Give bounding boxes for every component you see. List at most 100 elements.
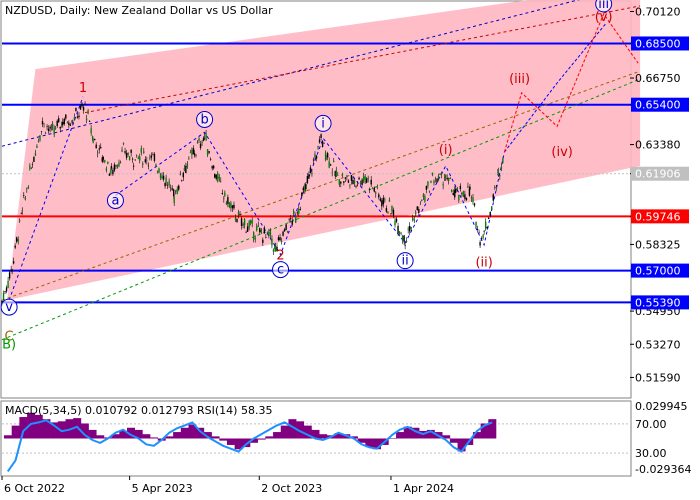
macd-bar	[449, 438, 458, 443]
candle-body	[164, 182, 166, 187]
y-tick-label: 0.53270	[635, 338, 681, 351]
candle-body	[308, 174, 310, 179]
candle-body	[196, 142, 199, 144]
candle-body	[447, 178, 450, 181]
candle-body	[62, 121, 64, 126]
candle-body	[124, 151, 126, 153]
candle-body	[293, 210, 295, 214]
candle-body	[346, 176, 348, 177]
candle-body	[73, 117, 76, 120]
candle-body	[233, 204, 235, 209]
candle-body	[381, 200, 383, 207]
candle-body	[195, 154, 197, 156]
candle-body	[419, 204, 422, 205]
candle-body	[283, 229, 286, 232]
candle-body	[108, 173, 111, 176]
candle-body	[459, 185, 462, 190]
rsi-level-label: 70.00	[635, 418, 667, 431]
macd-bar	[96, 435, 105, 439]
candle-body	[76, 116, 79, 118]
candle-body	[53, 127, 55, 135]
candle-body	[392, 209, 395, 216]
candle-body	[367, 177, 369, 180]
candle-body	[158, 168, 160, 173]
candle-body	[214, 173, 216, 178]
candle-body	[413, 219, 415, 221]
y-tick-label: 0.66750	[635, 72, 681, 85]
candle-body	[341, 173, 344, 177]
candle-body	[378, 194, 380, 198]
candle-body	[320, 134, 322, 138]
y-tick-label: 0.58325	[635, 238, 681, 251]
candle-body	[198, 138, 200, 141]
level-tag: 0.68500	[635, 37, 681, 50]
candle-body	[418, 209, 420, 214]
macd-bar	[4, 435, 12, 439]
candle-body	[306, 176, 309, 183]
candle-body	[33, 156, 35, 162]
candle-body	[82, 106, 85, 111]
wave-label-iii: iii	[598, 0, 609, 12]
wave-label-a: a	[111, 193, 119, 208]
candle-body	[262, 239, 264, 243]
candle-body	[212, 165, 215, 169]
candle-body	[118, 162, 120, 167]
candle-body	[404, 245, 406, 246]
candle-body	[223, 198, 225, 200]
candle-body	[84, 103, 86, 105]
candle-body	[192, 148, 195, 155]
macd-bar	[211, 436, 220, 439]
candle-body	[231, 205, 234, 209]
candle-body	[422, 194, 425, 197]
candle-body	[495, 186, 497, 189]
candle-body	[65, 114, 67, 119]
macd-bar	[173, 432, 182, 439]
wave-label-(ii): (ii)	[475, 256, 492, 271]
chart-title: NZDUSD, Daily: New Zealand Dollar vs US …	[5, 4, 273, 17]
candle-body	[14, 245, 16, 248]
candle-body	[125, 152, 128, 158]
candle-body	[314, 154, 316, 158]
candle-body	[142, 163, 144, 165]
candle-body	[203, 136, 206, 138]
candle-body	[331, 171, 333, 173]
candle-body	[437, 175, 440, 179]
candle-body	[352, 179, 354, 185]
candle-body	[2, 292, 5, 300]
candle-body	[421, 199, 423, 201]
candle-body	[178, 185, 180, 190]
candle-body	[344, 177, 347, 179]
candle-body	[224, 192, 226, 196]
candle-body	[39, 135, 41, 141]
candle-body	[427, 181, 429, 187]
candle-body	[482, 235, 484, 238]
wave-label-1: 1	[79, 81, 87, 96]
macd-bar	[142, 434, 151, 439]
candle-body	[268, 231, 270, 237]
candle-body	[105, 168, 108, 171]
candle-body	[143, 151, 145, 153]
candle-body	[236, 218, 238, 222]
candle-body	[181, 180, 183, 181]
candle-body	[289, 218, 292, 219]
candle-body	[20, 213, 22, 214]
candle-body	[301, 192, 303, 197]
candle-body	[17, 239, 19, 242]
candle-body	[189, 152, 192, 154]
candle-body	[361, 179, 363, 185]
candle-body	[256, 226, 258, 231]
candle-body	[452, 192, 454, 196]
candle-body	[8, 272, 11, 279]
candle-body	[410, 227, 412, 229]
candle-body	[296, 212, 298, 214]
candle-body	[139, 156, 141, 161]
candle-body	[79, 106, 82, 110]
macd-bar	[265, 436, 274, 439]
candle-body	[150, 155, 153, 158]
candle-body	[401, 235, 404, 241]
candle-body	[95, 144, 97, 149]
candle-body	[291, 221, 293, 225]
candle-body	[116, 164, 119, 168]
y-tick-label: 0.63380	[635, 139, 681, 152]
candle-body	[382, 197, 385, 205]
